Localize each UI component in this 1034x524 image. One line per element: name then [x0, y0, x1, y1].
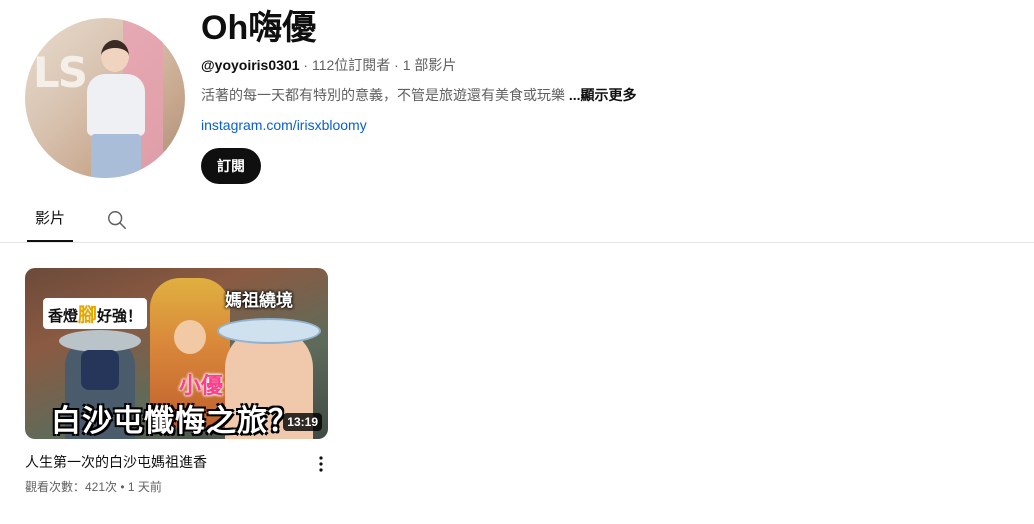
thumbnail-caption-main: 白沙屯懺悔之旅？	[51, 405, 299, 438]
avatar-head	[101, 40, 129, 72]
channel-description[interactable]: 活著的每一天都有特別的意義，不管是旅遊還有美食或玩樂 ...顯示更多	[201, 86, 637, 104]
video-views: 觀看次數：421次	[25, 480, 118, 494]
show-more-link[interactable]: ...顯示更多	[569, 87, 637, 103]
subscribe-button[interactable]: 訂閱	[201, 148, 261, 184]
meta-separator: ·	[303, 57, 312, 73]
caption-part: 好強！	[97, 308, 143, 325]
channel-handle: @yoyoiris0301	[201, 57, 300, 73]
video-age: 1 天前	[127, 480, 162, 494]
search-icon[interactable]	[106, 209, 128, 231]
tabs-divider	[0, 242, 1034, 243]
thumbnail-face-mask	[81, 350, 119, 390]
avatar-skirt	[91, 134, 141, 178]
video-thumbnail[interactable]: 香燈腳好強！ 媽祖繞境 小優 白沙屯懺悔之旅？ 13:19	[25, 268, 328, 439]
avatar-torso	[87, 74, 145, 136]
avatar-person	[87, 40, 145, 178]
caption-part: 香燈	[48, 308, 79, 325]
more-vertical-icon[interactable]	[311, 454, 331, 474]
video-meta: 觀看次數：421次 • 1 天前	[25, 479, 162, 495]
thumbnail-caption-top-right: 媽祖繞境	[225, 291, 293, 310]
tab-videos[interactable]: 影片	[27, 202, 73, 242]
thumbnail-hat-right	[217, 318, 321, 344]
description-text: 活著的每一天都有特別的意義，不管是旅遊還有美食或玩樂	[201, 87, 565, 103]
thumbnail-caption-top-left: 香燈腳好強！	[43, 298, 148, 329]
video-title[interactable]: 人生第一次的白沙屯媽祖進香	[25, 453, 207, 471]
meta-separator: •	[120, 480, 128, 494]
meta-separator: ·	[394, 57, 403, 73]
channel-meta: @yoyoiris0301 · 112位訂閱者 · 1 部影片	[201, 56, 456, 74]
caption-highlight: 腳	[78, 305, 98, 326]
thumbnail-hat-left	[59, 330, 141, 352]
thumbnail-deity-face	[174, 320, 206, 354]
avatar-sign-letters: LS	[33, 48, 88, 97]
video-duration-badge: 13:19	[283, 413, 322, 431]
channel-avatar: LS	[25, 18, 185, 178]
video-count: 1 部影片	[402, 57, 457, 73]
channel-name: Oh嗨優	[201, 9, 317, 47]
subscriber-count: 112位訂閱者	[311, 57, 391, 73]
channel-external-link[interactable]: instagram.com/irisxbloomy	[201, 116, 367, 134]
